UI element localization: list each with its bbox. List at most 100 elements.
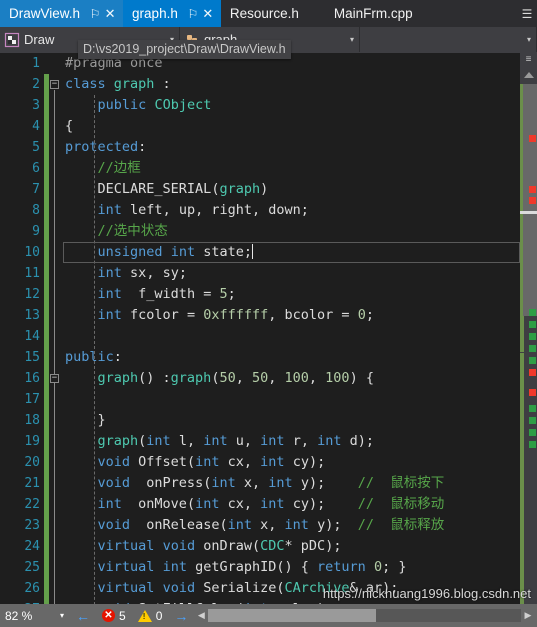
scrollmap-match-marker[interactable] [529,405,536,412]
code-line[interactable]: //选中状态 [63,221,520,242]
line-number: 11 [24,266,40,281]
scrollmap-error-marker[interactable] [529,186,536,193]
line-number: 25 [24,560,40,575]
navigate-forward-button[interactable]: → [168,604,194,627]
zoom-level-dropdown[interactable]: 82 % ▾ [0,604,70,627]
code-line[interactable]: virtual void onDraw(CDC* pDC); [63,536,520,557]
file-path-tooltip: D:\vs2019_project\Draw\DrawView.h [78,40,291,59]
scrollmap-match-marker[interactable] [529,345,536,352]
scroll-right-button[interactable]: ▶ [521,610,535,621]
error-count-label: 5 [119,608,126,623]
code-line[interactable] [63,326,520,347]
scrollmap-change-bar [520,353,524,604]
code-line[interactable]: //边框 [63,158,520,179]
line-number: 13 [24,308,40,323]
watermark-text: https://nickhuang1996.blog.csdn.net [322,586,531,601]
code-line[interactable]: public: [63,347,520,368]
hscroll-track[interactable] [208,609,521,622]
tab-resource-h[interactable]: Resource.h [220,0,312,27]
code-line[interactable]: int fcolor = 0xffffff, bcolor = 0; [63,305,520,326]
tab-drawview-h[interactable]: DrawView.h ⚐ ✕ [0,0,124,27]
indent-guide [94,95,95,604]
tab-label: Resource.h [229,6,299,21]
chevron-down-icon[interactable]: ▾ [60,611,70,620]
code-line[interactable]: graph(int l, int u, int r, int d); [63,431,520,452]
scrollmap-match-marker[interactable] [529,429,536,436]
chevron-down-icon[interactable]: ▾ [522,35,536,44]
code-line[interactable]: public CObject [63,95,520,116]
code-line[interactable]: int onMove(int cx, int cy); // 鼠标移动 [63,494,520,515]
code-line[interactable]: { [63,116,520,137]
code-line[interactable]: virtual int getGraphID() { return 0; } [63,557,520,578]
line-number: 6 [32,161,40,176]
fold-toggle-class[interactable]: − [50,80,59,89]
navigate-backward-button[interactable]: ← [70,604,96,627]
warning-icon [137,609,152,622]
code-line[interactable]: void onRelease(int x, int y); // 鼠标释放 [63,515,520,536]
close-icon[interactable]: ✕ [103,6,117,22]
line-number: 3 [32,98,40,113]
line-number: 17 [24,392,40,407]
line-number: 20 [24,455,40,470]
tab-graph-h[interactable]: graph.h ⚐ ✕ [123,0,221,27]
line-number: 23 [24,518,40,533]
code-line[interactable]: unsigned int state; [63,242,520,263]
line-number: 21 [24,476,40,491]
tab-overflow-menu-icon[interactable]: ☰ [517,0,537,27]
code-folding-margin[interactable]: − − [49,53,63,604]
hscroll-thumb[interactable] [208,609,377,622]
scrollmap-error-marker[interactable] [529,369,536,376]
code-line[interactable]: } [63,410,520,431]
pin-icon[interactable]: ⚐ [186,6,200,22]
tab-mainfrm-cpp[interactable]: MainFrm.cpp [311,0,426,27]
scrollmap-caret-marker [520,211,537,214]
line-number: 4 [32,119,40,134]
warning-count-item[interactable]: 0 [132,604,169,627]
line-number: 19 [24,434,40,449]
code-text-area[interactable]: #pragma once class graph : public CObject… [63,53,520,604]
tab-label: DrawView.h [9,6,81,21]
code-line[interactable]: void onPress(int x, int y); // 鼠标按下 [63,473,520,494]
scrollmap-error-marker[interactable] [529,197,536,204]
code-line[interactable]: int f_width = 5; [63,284,520,305]
scrollmap-match-marker[interactable] [529,321,536,328]
vertical-scrollbar[interactable]: ≡ [520,53,537,604]
line-number: 16 [24,371,40,386]
code-editor[interactable]: 1 2 3 4 5 6 7 8 9 10 11 12 13 14 15 16 17 18 19 20 21 22 23 24 2… [0,53,537,604]
horizontal-scrollbar[interactable]: ◀ ▶ [194,604,537,627]
tab-bar-spacer [425,0,517,27]
chevron-down-icon[interactable]: ▾ [345,35,359,44]
code-line[interactable]: graph() :graph(50, 50, 100, 100) { [63,368,520,389]
pin-icon[interactable]: ⚐ [88,6,102,22]
scrollmap-match-marker[interactable] [529,441,536,448]
scrollmap-match-marker[interactable] [529,357,536,364]
fold-toggle-ctor[interactable]: − [50,374,59,383]
selection-margin [0,53,10,604]
line-number: 5 [32,140,40,155]
editor-tab-bar: DrawView.h ⚐ ✕ graph.h ⚐ ✕ Resource.h Ma… [0,0,537,27]
scrollmap-match-marker[interactable] [529,309,536,316]
error-count-item[interactable]: ✕ 5 [96,604,132,627]
scrollmap-error-marker[interactable] [529,135,536,142]
member-dropdown[interactable]: ▾ [360,27,537,52]
code-line[interactable]: int sx, sy; [63,263,520,284]
fold-line [54,384,55,426]
close-icon[interactable]: ✕ [201,6,215,22]
scrollmap-match-marker[interactable] [529,333,536,340]
scroll-up-button[interactable] [520,67,537,83]
code-line[interactable]: class graph : [63,74,520,95]
code-line[interactable]: void Offset(int cx, int cy); [63,452,520,473]
code-line[interactable] [63,389,520,410]
arrow-left-icon: ← [76,607,90,624]
scroll-left-button[interactable]: ◀ [194,610,208,621]
line-number: 12 [24,287,40,302]
scrollmap-match-marker[interactable] [529,417,536,424]
warning-count-label: 0 [155,608,163,623]
code-line[interactable]: int left, up, right, down; [63,200,520,221]
line-number: 8 [32,203,40,218]
editor-splitter-handle[interactable]: ≡ [520,53,537,67]
code-line[interactable]: protected: [63,137,520,158]
line-number: 9 [32,224,40,239]
code-line[interactable]: DECLARE_SERIAL(graph) [63,179,520,200]
scrollmap-error-marker[interactable] [529,389,536,396]
